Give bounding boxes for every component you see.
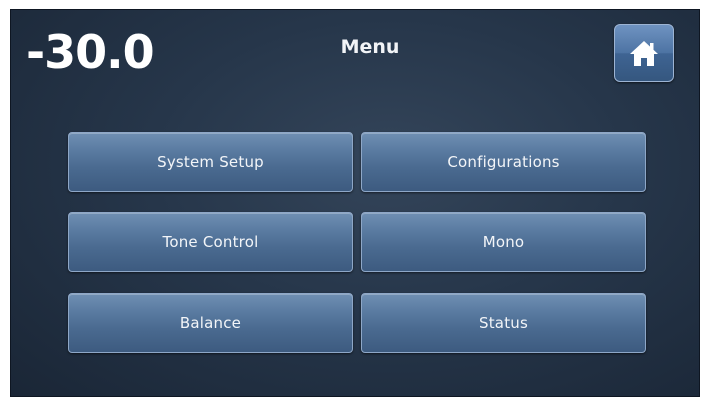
system-setup-button[interactable]: System Setup <box>68 132 353 192</box>
page-title: Menu <box>340 36 400 58</box>
mono-label: Mono <box>482 233 525 251</box>
balance-label: Balance <box>179 314 242 332</box>
status-button[interactable]: Status <box>361 293 646 353</box>
mono-button[interactable]: Mono <box>361 212 646 272</box>
balance-button[interactable]: Balance <box>68 293 353 353</box>
system-setup-label: System Setup <box>157 153 264 171</box>
tone-control-label: Tone Control <box>162 233 259 251</box>
home-button[interactable] <box>614 24 674 82</box>
configurations-button[interactable]: Configurations <box>361 132 646 192</box>
home-icon <box>629 39 659 67</box>
tone-control-button[interactable]: Tone Control <box>68 212 353 272</box>
menu-screen: -30.0 Menu System Setup Configurations T… <box>10 9 700 397</box>
configurations-label: Configurations <box>447 153 560 171</box>
status-label: Status <box>479 314 528 332</box>
